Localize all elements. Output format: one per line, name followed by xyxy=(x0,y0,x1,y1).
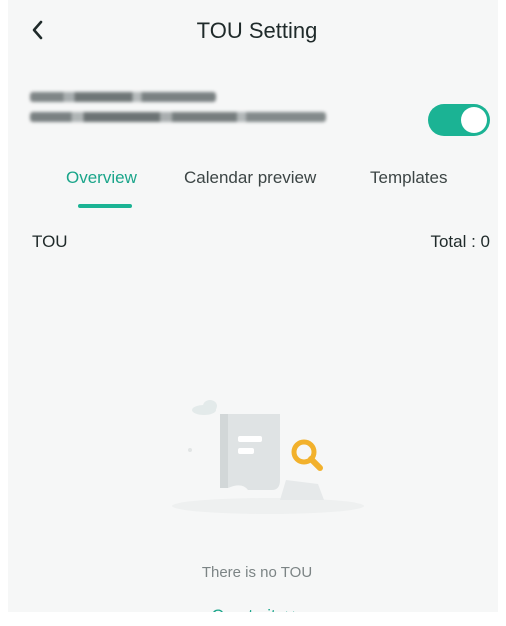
screen: TOU Setting Overview Calendar preview Te… xyxy=(8,0,506,626)
empty-document-search-icon xyxy=(172,400,364,514)
toggle-knob xyxy=(461,107,487,133)
tab-templates[interactable]: Templates xyxy=(370,168,447,188)
nav-header: TOU Setting xyxy=(8,0,506,62)
bottom-strip xyxy=(0,612,506,626)
tou-enable-toggle[interactable] xyxy=(428,104,490,136)
frame-right-edge xyxy=(498,0,506,626)
tab-overview[interactable]: Overview xyxy=(66,168,137,188)
page-title: TOU Setting xyxy=(196,18,318,43)
empty-state-message: There is no TOU xyxy=(201,564,313,581)
active-tab-indicator xyxy=(78,204,132,208)
account-email-redacted xyxy=(30,112,326,122)
account-info-redacted xyxy=(30,92,326,132)
account-name-redacted xyxy=(30,92,216,102)
tou-section-label: TOU xyxy=(32,232,68,251)
tab-calendar-preview[interactable]: Calendar preview xyxy=(184,168,316,188)
tou-total-count: Total : 0 xyxy=(430,232,490,251)
